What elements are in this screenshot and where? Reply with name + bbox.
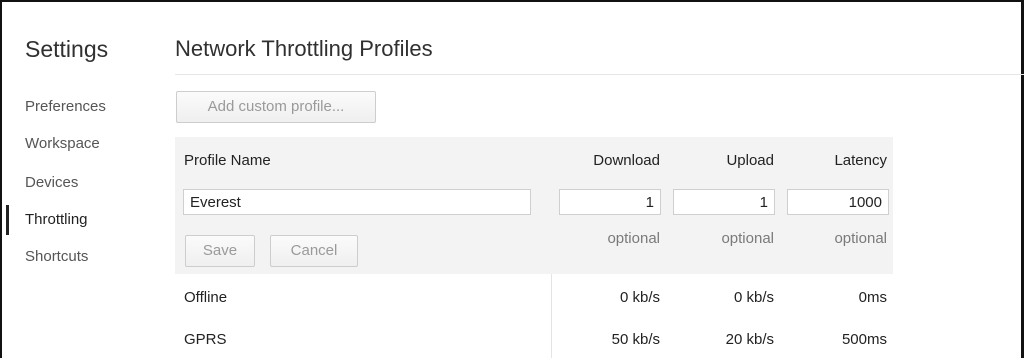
title-divider	[175, 74, 1024, 75]
upload-cell: 0 kb/s	[733, 289, 774, 306]
profile-name-input[interactable]	[183, 189, 531, 215]
sidebar-selection-indicator	[6, 205, 9, 235]
upload-optional-hint: optional	[721, 230, 774, 247]
latency-input[interactable]	[787, 189, 889, 215]
latency-optional-hint: optional	[834, 230, 887, 247]
profile-name-cell: Offline	[184, 289, 228, 306]
add-custom-profile-button[interactable]: Add custom profile...	[176, 91, 376, 123]
sidebar-item-devices[interactable]: Devices	[25, 174, 78, 191]
latency-cell: 500ms	[841, 331, 887, 348]
profile-name-cell: GPRS	[184, 331, 227, 348]
upload-cell: 20 kb/s	[725, 331, 774, 348]
save-button[interactable]: Save	[185, 235, 255, 267]
column-header-download: Download	[593, 152, 660, 169]
sidebar-item-throttling[interactable]: Throttling	[25, 211, 88, 228]
download-optional-hint: optional	[607, 230, 660, 247]
cancel-button[interactable]: Cancel	[270, 235, 358, 267]
download-cell: 50 kb/s	[611, 331, 660, 348]
column-header-upload: Upload	[726, 152, 774, 169]
latency-cell: 0ms	[858, 289, 887, 306]
sidebar-item-workspace[interactable]: Workspace	[25, 135, 100, 152]
column-header-latency: Latency	[834, 152, 887, 169]
download-cell: 0 kb/s	[619, 289, 660, 306]
sidebar-item-preferences[interactable]: Preferences	[25, 98, 106, 115]
download-input[interactable]	[559, 189, 661, 215]
page-title: Network Throttling Profiles	[175, 36, 433, 61]
upload-input[interactable]	[673, 189, 775, 215]
settings-title: Settings	[25, 36, 109, 62]
column-header-profile-name: Profile Name	[184, 152, 271, 169]
name-column-divider	[551, 274, 552, 358]
sidebar-item-shortcuts[interactable]: Shortcuts	[25, 248, 88, 265]
